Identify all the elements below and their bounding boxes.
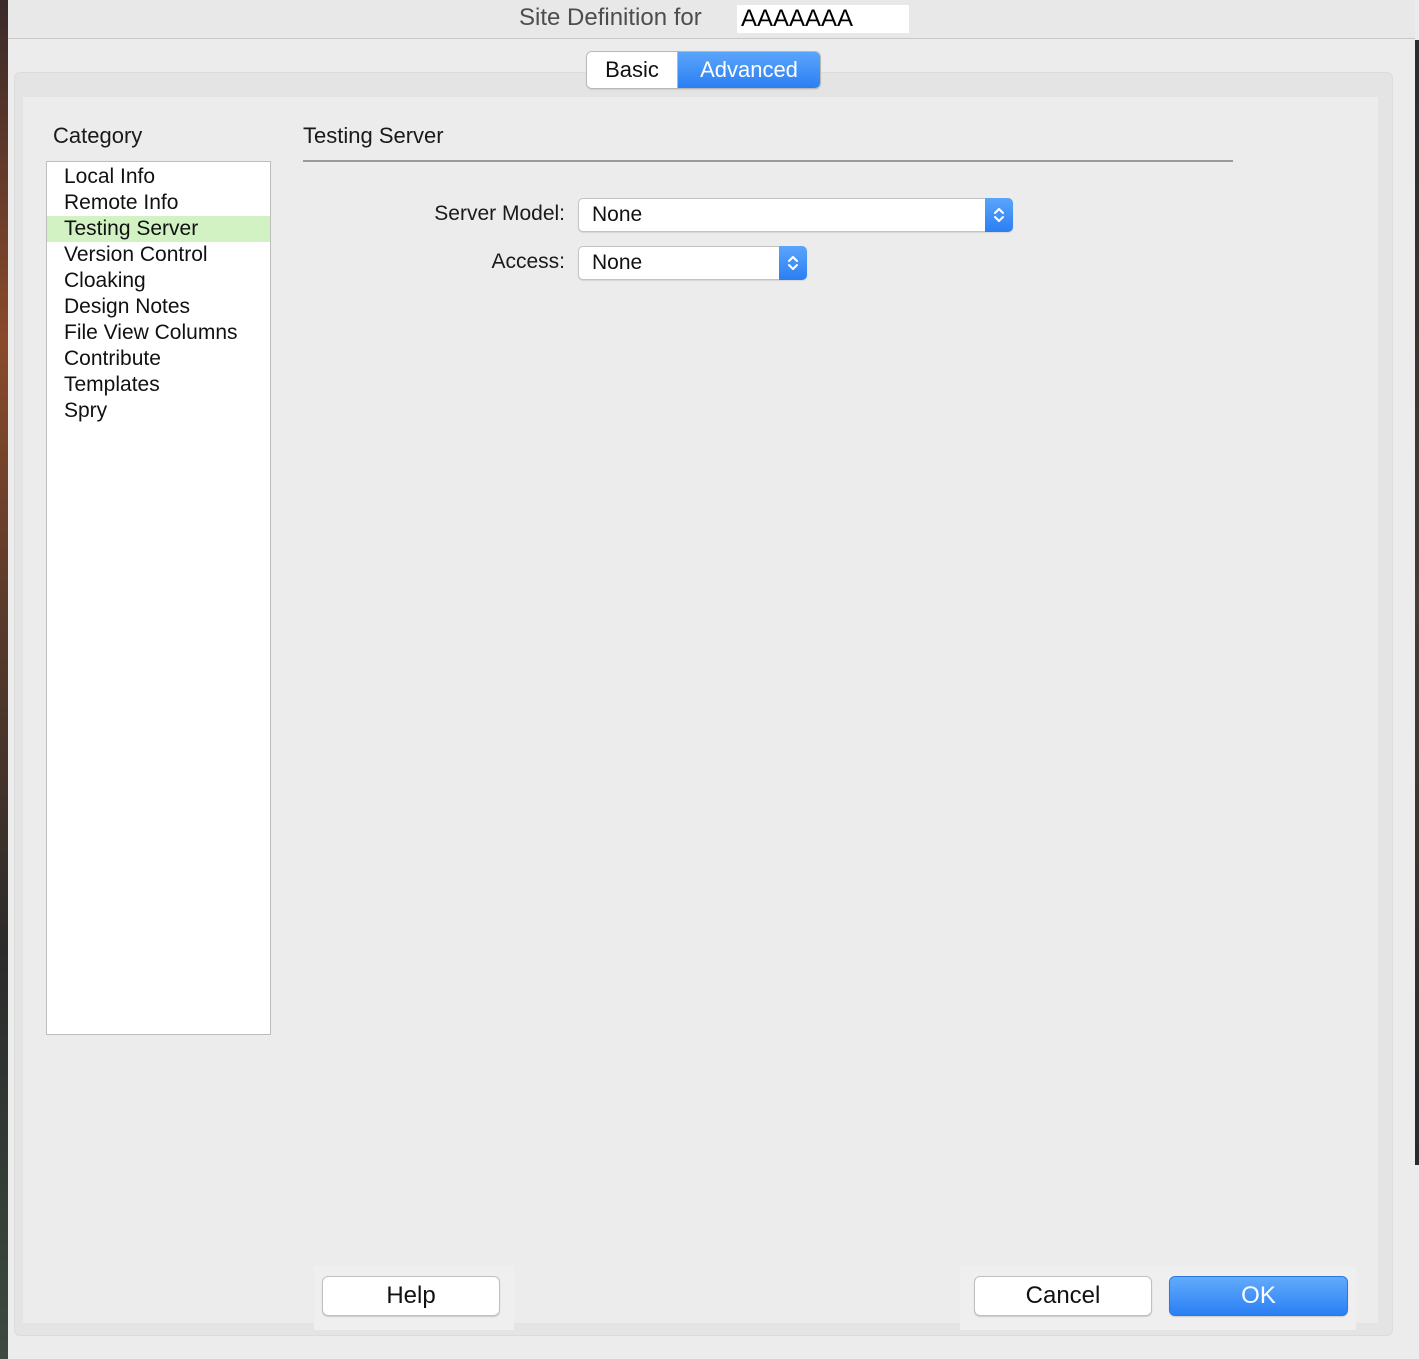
server-model-value: None xyxy=(592,203,643,226)
desktop-background-left xyxy=(0,0,8,1359)
site-definition-dialog: Site Definition for AAAAAAA Basic Advanc… xyxy=(8,0,1415,1359)
category-item-design-notes[interactable]: Design Notes xyxy=(47,294,270,320)
category-item-templates[interactable]: Templates xyxy=(47,372,270,398)
category-item-version-control[interactable]: Version Control xyxy=(47,242,270,268)
mode-tab-switcher: Basic Advanced xyxy=(586,51,821,89)
desktop-background-right xyxy=(1415,40,1419,1165)
server-model-label: Server Model: xyxy=(434,202,565,225)
category-list: Local Info Remote Info Testing Server Ve… xyxy=(46,161,271,1035)
tab-advanced[interactable]: Advanced xyxy=(678,52,820,88)
category-heading: Category xyxy=(53,123,143,148)
server-model-select[interactable]: None xyxy=(578,198,1013,232)
cancel-button[interactable]: Cancel xyxy=(974,1276,1152,1316)
access-label: Access: xyxy=(491,250,565,273)
category-item-file-view-columns[interactable]: File View Columns xyxy=(47,320,270,346)
access-chevron-updown-icon xyxy=(779,246,807,280)
section-divider xyxy=(303,160,1233,162)
category-item-contribute[interactable]: Contribute xyxy=(47,346,270,372)
category-item-spry[interactable]: Spry xyxy=(47,398,270,424)
category-item-testing-server[interactable]: Testing Server xyxy=(47,216,270,242)
help-button[interactable]: Help xyxy=(322,1276,500,1316)
access-value: None xyxy=(592,251,643,274)
category-item-cloaking[interactable]: Cloaking xyxy=(47,268,270,294)
window-title-site-name: AAAAAAA xyxy=(737,5,909,33)
category-item-remote-info[interactable]: Remote Info xyxy=(47,190,270,216)
ok-button[interactable]: OK xyxy=(1169,1276,1348,1316)
window-title: Site Definition for xyxy=(519,4,702,31)
server-model-chevron-updown-icon xyxy=(985,198,1013,232)
category-item-local-info[interactable]: Local Info xyxy=(47,164,270,190)
access-select[interactable]: None xyxy=(578,246,807,280)
tab-basic[interactable]: Basic xyxy=(587,52,678,88)
title-bar: Site Definition for AAAAAAA xyxy=(8,0,1415,39)
section-title: Testing Server xyxy=(303,123,444,148)
